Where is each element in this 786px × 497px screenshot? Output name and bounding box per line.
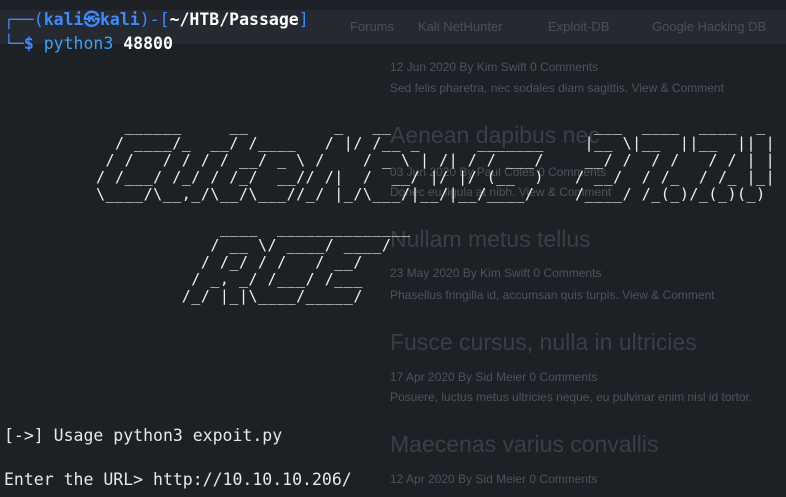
usage-output: [->] Usage python3 expoit.py (4, 426, 283, 445)
prompt-frame: └─ (4, 34, 24, 53)
prompt-frame: ] (298, 10, 309, 29)
url-input-prompt[interactable]: Enter the URL> http://10.10.10.206/ (4, 470, 352, 490)
prompt-frame: ┌──( (4, 10, 44, 29)
prompt-user: kali (43, 10, 84, 29)
command-line: └─$ python3 48800 (4, 34, 173, 54)
prompt-frame: )-[ (139, 10, 170, 29)
prompt-dollar: $ (23, 34, 44, 53)
prompt-host: kali (100, 10, 140, 29)
terminal-window[interactable]: ┌──(kali㉿kali)-[~/HTB/Passage] └─$ pytho… (0, 0, 786, 497)
prompt-path: ~/HTB/Passage (169, 10, 299, 29)
prompt-line: ┌──(kali㉿kali)-[~/HTB/Passage] (4, 10, 309, 30)
ascii-version-banner: ___ ____ ____ _ |__ \|__ ||__ || | __/ /… (575, 117, 776, 203)
command-name: python3 (43, 34, 114, 53)
prompt-at-icon: ㉿ (83, 10, 101, 29)
ascii-banner: ______ __ _ __ / ____/_ __/ /____ / |/ /… (96, 117, 544, 305)
command-argument: 48800 (113, 34, 173, 53)
